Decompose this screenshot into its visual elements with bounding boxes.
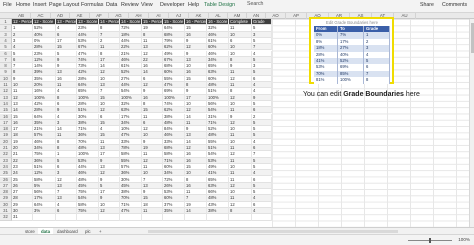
ribbon-tab-insert[interactable]: Insert — [33, 2, 46, 8]
ribbon-tab-page-layout[interactable]: Page Layout — [49, 2, 79, 8]
ribbon-tab-help[interactable]: Help — [188, 2, 199, 8]
row-number[interactable]: 32 — [0, 214, 12, 221]
table-cell[interactable] — [77, 214, 99, 221]
table-cell[interactable]: 31 — [12, 214, 33, 221]
ribbon-tab-review[interactable]: Review — [121, 2, 139, 8]
table-cell[interactable] — [56, 214, 77, 221]
grade-boundaries-title: Edit Grade Boundaries here — [326, 20, 378, 25]
grade-boundary-cell[interactable]: 8 — [364, 77, 390, 84]
share-button[interactable]: Share — [420, 2, 434, 8]
grade-boundaries-panel: Edit Grade Boundaries here From To Grade 0%… — [309, 17, 394, 84]
zoom-slider-knob[interactable] — [429, 238, 431, 243]
table-cell[interactable] — [120, 214, 142, 221]
search-box[interactable]: Search — [247, 1, 263, 7]
comments-button[interactable]: Comments — [442, 2, 467, 8]
grade-boundaries-note: You can edit Grade Boundaries here — [303, 91, 420, 98]
table-cell[interactable] — [185, 214, 207, 221]
table-cell[interactable] — [163, 214, 185, 221]
ribbon-tab-formulas[interactable]: Formulas — [81, 2, 103, 8]
status-bar: 100% — [0, 234, 474, 245]
table-cell[interactable] — [252, 214, 272, 221]
table-cell[interactable] — [142, 214, 163, 221]
note-prefix: You can edit — [303, 91, 344, 98]
note-bold: Grade Boundaries — [343, 91, 404, 98]
ribbon-tab-file[interactable]: File — [3, 2, 12, 8]
table-cell[interactable] — [229, 214, 252, 221]
grade-boundary-cell[interactable]: 81% — [314, 77, 338, 84]
table-cell[interactable] — [33, 214, 56, 221]
horizontal-scrollbar[interactable] — [148, 230, 398, 233]
vertical-scrollbar[interactable] — [469, 19, 474, 228]
note-suffix: here — [403, 91, 420, 98]
ribbon-tab-table-design[interactable]: Table Design — [204, 2, 235, 8]
sheet-tab-bar: store data dashboard plc + — [0, 227, 474, 235]
ribbon-tab-home[interactable]: Home — [16, 2, 30, 8]
table-cell[interactable] — [99, 214, 120, 221]
zoom-level[interactable]: 100% — [458, 237, 470, 242]
grade-boundary-row: 81% 100% 8 — [314, 77, 390, 84]
table-row: 31 — [12, 214, 272, 221]
ribbon-tab-view[interactable]: View — [141, 2, 153, 8]
ribbon-tab-developer[interactable]: Developer — [160, 2, 185, 8]
ribbon-bar: File Home Insert Page Layout Formulas Data Rev… — [0, 0, 474, 13]
ribbon-tab-data[interactable]: Data — [106, 2, 117, 8]
grade-boundary-cell[interactable]: 100% — [338, 77, 364, 84]
table-cell[interactable] — [207, 214, 229, 221]
